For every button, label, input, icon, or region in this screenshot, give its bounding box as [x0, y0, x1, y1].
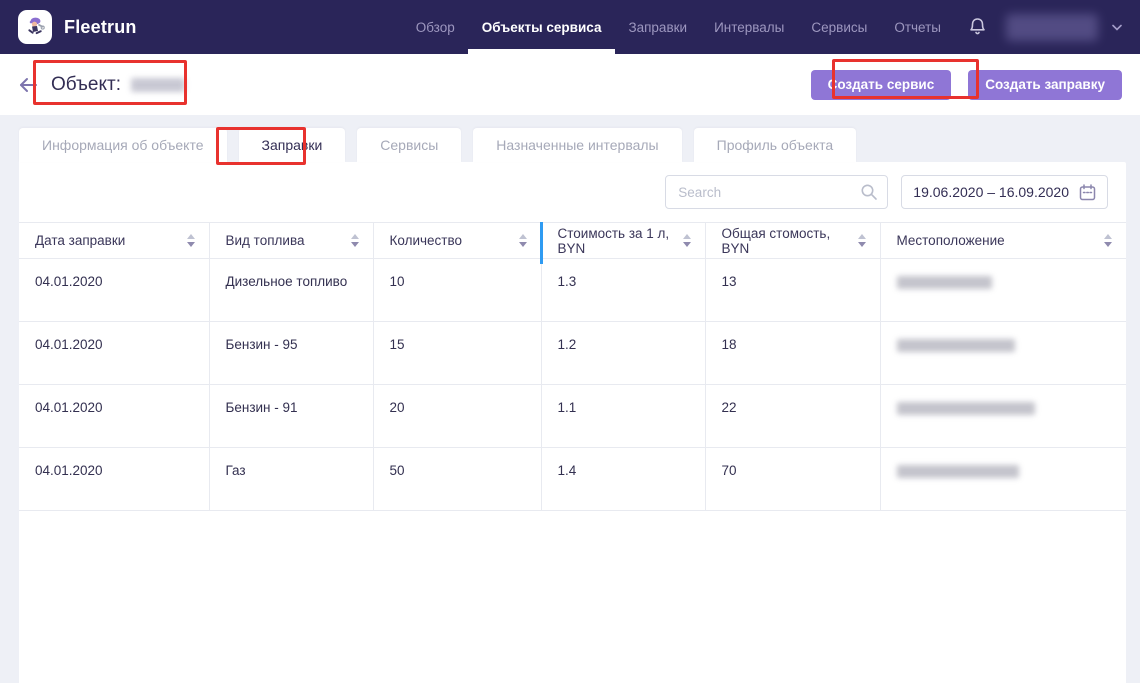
sort-icon[interactable]	[351, 234, 359, 247]
tab-services[interactable]: Сервисы	[357, 128, 461, 162]
chevron-down-icon[interactable]	[1112, 24, 1122, 31]
create-fueling-button[interactable]: Создать заправку	[968, 70, 1122, 100]
tab-assigned-intervals[interactable]: Назначенные интервалы	[473, 128, 681, 162]
main-nav: Обзор Объекты сервиса Заправки Интервалы…	[416, 0, 941, 54]
tab-object-profile[interactable]: Профиль объекта	[694, 128, 857, 162]
cell-date: 04.01.2020	[19, 448, 209, 511]
cell-location-blurred	[880, 259, 1126, 322]
col-header-quantity[interactable]: Количество	[373, 223, 541, 259]
fuelings-panel: 19.06.2020 – 16.09.2020 Дата заправки Ви…	[19, 162, 1126, 683]
fuelings-table: Дата заправки Вид топлива Количество Сто…	[19, 222, 1126, 511]
cell-price: 1.1	[541, 385, 705, 448]
header-buttons: Создать сервис Создать заправку	[811, 70, 1122, 100]
cell-date: 04.01.2020	[19, 385, 209, 448]
nav-item-intervals[interactable]: Интервалы	[714, 0, 784, 54]
cell-total: 13	[705, 259, 880, 322]
cell-fuel-type: Газ	[209, 448, 373, 511]
date-range-picker[interactable]: 19.06.2020 – 16.09.2020	[901, 175, 1108, 209]
sort-icon[interactable]	[519, 234, 527, 247]
unit-name-blurred	[131, 78, 185, 92]
table-row[interactable]: 04.01.2020 Дизельное топливо 10 1.3 13	[19, 259, 1126, 322]
search-input[interactable]	[665, 175, 888, 209]
cell-fuel-type: Бензин - 95	[209, 322, 373, 385]
col-header-total-cost[interactable]: Общая стомость, BYN	[705, 223, 880, 259]
cell-date: 04.01.2020	[19, 259, 209, 322]
table-row[interactable]: 04.01.2020 Бензин - 91 20 1.1 22	[19, 385, 1126, 448]
cell-location-blurred	[880, 322, 1126, 385]
cell-price: 1.3	[541, 259, 705, 322]
nav-item-reports[interactable]: Отчеты	[894, 0, 941, 54]
table-row[interactable]: 04.01.2020 Бензин - 95 15 1.2 18	[19, 322, 1126, 385]
search-icon	[860, 183, 878, 201]
table-toolbar: 19.06.2020 – 16.09.2020	[665, 175, 1108, 209]
cell-quantity: 20	[373, 385, 541, 448]
cell-location-blurred	[880, 448, 1126, 511]
cell-quantity: 50	[373, 448, 541, 511]
user-account-blurred[interactable]	[1006, 14, 1098, 41]
tab-fuelings[interactable]: Заправки	[239, 128, 346, 162]
table-header-row: Дата заправки Вид топлива Количество Сто…	[19, 223, 1126, 259]
sort-icon[interactable]	[187, 234, 195, 247]
page-header: Объект: Создать сервис Создать заправку	[0, 54, 1140, 115]
col-header-date[interactable]: Дата заправки	[19, 223, 209, 259]
col-header-location[interactable]: Местоположение	[880, 223, 1126, 259]
cell-quantity: 15	[373, 322, 541, 385]
table-row[interactable]: 04.01.2020 Газ 50 1.4 70	[19, 448, 1126, 511]
cell-quantity: 10	[373, 259, 541, 322]
nav-item-services[interactable]: Сервисы	[811, 0, 867, 54]
create-service-button[interactable]: Создать сервис	[811, 70, 952, 100]
cell-location-blurred	[880, 385, 1126, 448]
cell-total: 22	[705, 385, 880, 448]
col-header-price-per-liter[interactable]: Стоимость за 1 л, BYN	[541, 223, 705, 259]
cell-total: 70	[705, 448, 880, 511]
sort-icon[interactable]	[1104, 234, 1112, 247]
cell-fuel-type: Дизельное топливо	[209, 259, 373, 322]
calendar-icon	[1079, 184, 1096, 201]
cell-fuel-type: Бензин - 91	[209, 385, 373, 448]
notifications-bell-icon[interactable]	[967, 16, 988, 38]
back-arrow-icon[interactable]	[18, 77, 38, 93]
fleetrun-logo-icon	[18, 10, 52, 44]
cell-date: 04.01.2020	[19, 322, 209, 385]
sort-icon[interactable]	[858, 234, 866, 247]
cell-price: 1.4	[541, 448, 705, 511]
top-navbar: Fleetrun Обзор Объекты сервиса Заправки …	[0, 0, 1140, 54]
column-highlight-line	[540, 222, 543, 264]
col-header-fuel-type[interactable]: Вид топлива	[209, 223, 373, 259]
brand-name: Fleetrun	[64, 17, 137, 38]
date-range-value: 19.06.2020 – 16.09.2020	[913, 184, 1069, 200]
search-box	[665, 175, 888, 209]
tab-object-info[interactable]: Информация об объекте	[19, 128, 227, 162]
nav-item-overview[interactable]: Обзор	[416, 0, 455, 54]
page-title: Объект:	[51, 74, 185, 96]
object-tabs: Информация об объекте Заправки Сервисы Н…	[19, 128, 856, 162]
sort-icon[interactable]	[683, 234, 691, 247]
nav-item-fuelings[interactable]: Заправки	[628, 0, 687, 54]
nav-item-service-objects[interactable]: Объекты сервиса	[482, 0, 602, 54]
cell-price: 1.2	[541, 322, 705, 385]
cell-total: 18	[705, 322, 880, 385]
page-title-label: Объект:	[51, 74, 121, 96]
